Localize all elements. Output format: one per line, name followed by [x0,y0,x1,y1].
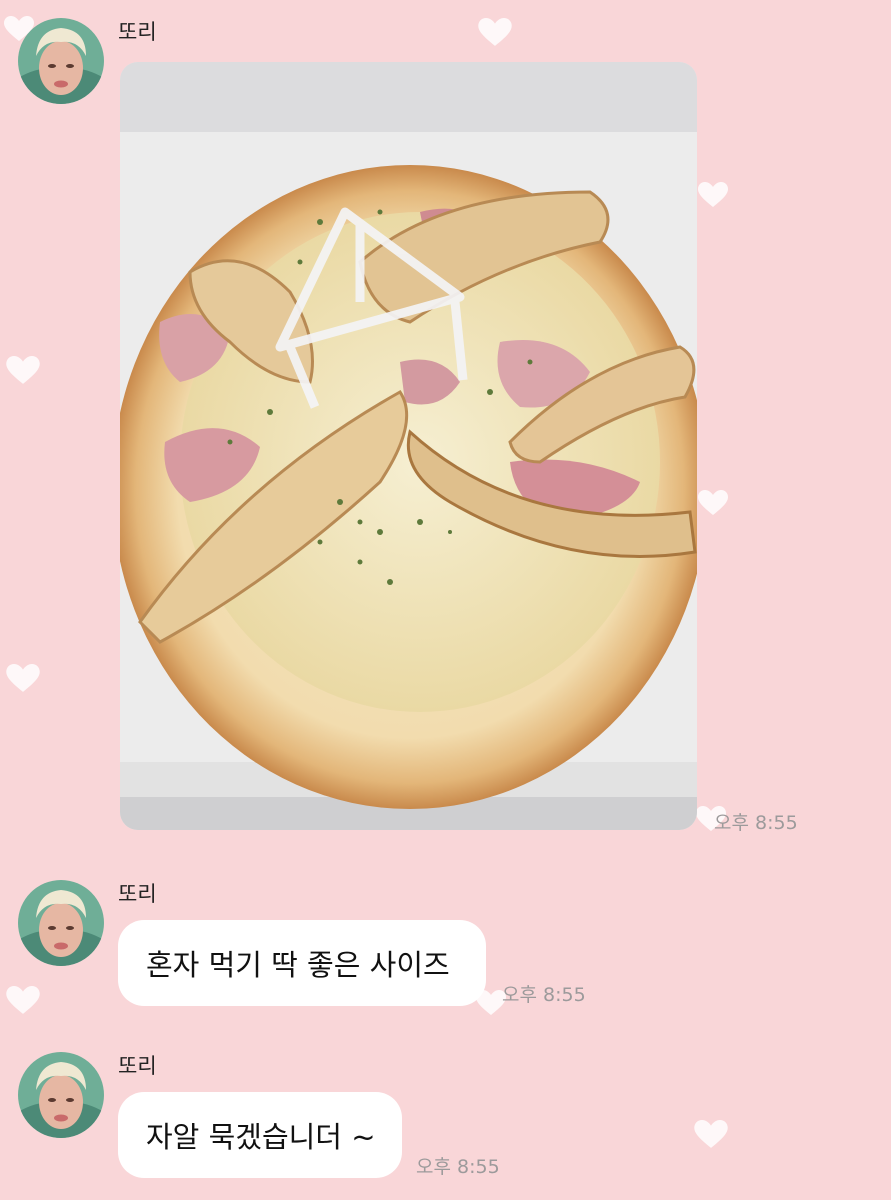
heart-icon [6,356,40,384]
message-bubble[interactable]: 혼자 먹기 딱 좋은 사이즈 [118,920,486,1006]
avatar[interactable] [18,880,104,966]
heart-icon [698,182,728,207]
message-bubble[interactable]: 자알 묵겠습니더 ~ [118,1092,402,1178]
timestamp: 오후 8:55 [416,1156,500,1178]
avatar[interactable] [18,1052,104,1138]
sender-name: 또리 [118,882,157,906]
pizza-photo[interactable] [120,62,697,830]
heart-icon [6,986,40,1014]
timestamp: 오후 8:55 [714,812,798,834]
avatar[interactable] [18,18,104,104]
timestamp: 오후 8:55 [502,984,586,1006]
sender-name: 또리 [118,20,157,44]
heart-icon [694,1120,728,1148]
sender-name: 또리 [118,1054,157,1078]
heart-icon [6,664,40,692]
heart-icon [478,18,512,46]
heart-icon [698,490,728,515]
